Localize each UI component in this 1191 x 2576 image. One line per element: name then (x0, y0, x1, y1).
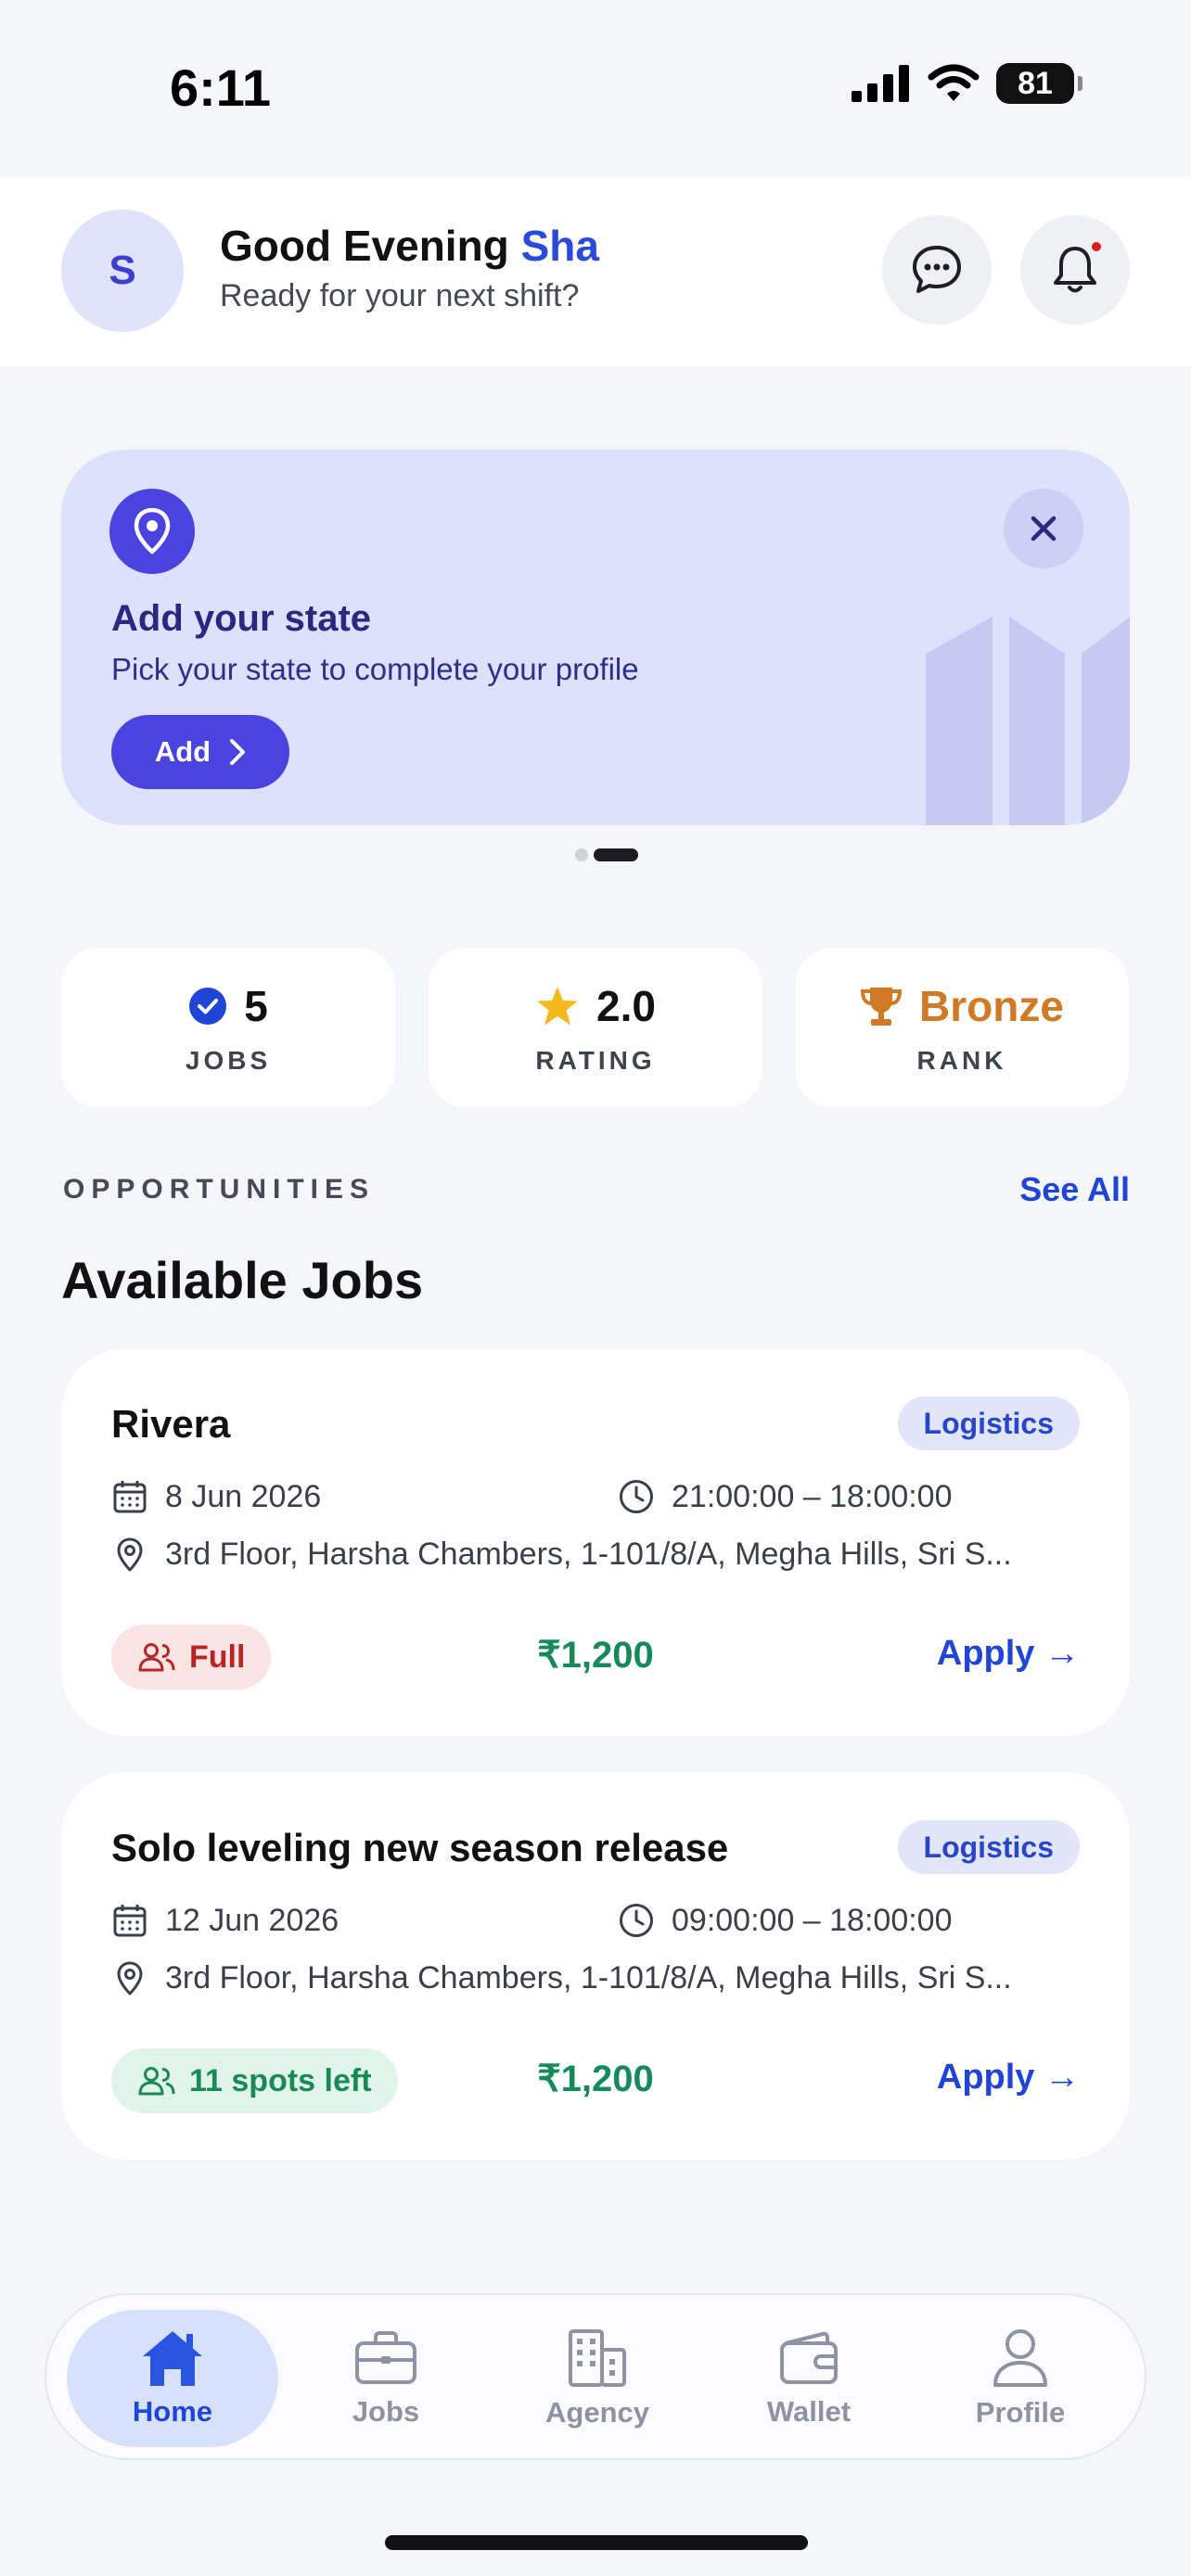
stat-rating-value: 2.0 (596, 982, 656, 1030)
job-time: 21:00:00 – 18:00:00 (618, 1478, 953, 1515)
nav-home[interactable]: Home (67, 2310, 278, 2447)
avatar[interactable]: S (61, 210, 184, 332)
nav-home-label: Home (132, 2395, 213, 2428)
add-button-label: Add (154, 735, 211, 768)
nav-wallet[interactable]: Wallet (703, 2310, 915, 2447)
wifi-icon (928, 64, 980, 101)
status-time: 6:11 (170, 58, 271, 117)
stat-jobs-value: 5 (244, 982, 268, 1030)
greeting-subtitle: Ready for your next shift? (220, 278, 580, 313)
status-icons: 81 (852, 63, 1082, 104)
status-bar: 6:11 81 (0, 0, 1191, 176)
stat-rank-value: Bronze (919, 982, 1064, 1030)
job-address: 3rd Floor, Harsha Chambers, 1-101/8/A, M… (111, 1959, 1012, 1996)
job-address-text: 3rd Floor, Harsha Chambers, 1-101/8/A, M… (165, 1959, 1012, 1996)
map-decoration (926, 617, 1130, 825)
check-circle-icon (189, 988, 227, 1025)
nav-profile[interactable]: Profile (915, 2310, 1126, 2447)
calendar-icon (113, 1481, 147, 1513)
job-category-tag: Logistics (897, 1820, 1080, 1874)
job-time-text: 21:00:00 – 18:00:00 (672, 1478, 953, 1514)
clock-icon (620, 1480, 653, 1513)
job-date-text: 8 Jun 2026 (165, 1478, 322, 1514)
job-date: 8 Jun 2026 (111, 1478, 321, 1515)
location-pin-icon (117, 1537, 143, 1572)
messages-button[interactable] (882, 215, 992, 325)
stat-rating: 2.0 RATING (429, 948, 762, 1107)
job-title: Solo leveling new season release (111, 1826, 729, 1869)
notification-badge (1089, 239, 1104, 254)
trophy-icon (861, 988, 903, 1026)
job-date: 12 Jun 2026 (111, 1902, 339, 1939)
section-title: Available Jobs (61, 1251, 424, 1309)
add-state-banner: Add your state Pick your state to comple… (61, 450, 1130, 825)
job-title: Rivera (111, 1402, 231, 1446)
notifications-button[interactable] (1020, 215, 1130, 325)
star-icon (537, 987, 579, 1026)
user-name: Sha (520, 222, 599, 270)
greeting-text: Good Evening (220, 222, 509, 270)
signal-icon (852, 65, 909, 102)
job-time-text: 09:00:00 – 18:00:00 (672, 1902, 953, 1938)
bottom-nav: Home Jobs Agency Wallet Profile (45, 2293, 1146, 2460)
briefcase-icon (355, 2331, 416, 2384)
building-icon (569, 2329, 626, 2387)
nav-jobs-label: Jobs (352, 2395, 420, 2428)
stat-jobs: 5 JOBS (61, 948, 395, 1107)
carousel-indicator (575, 848, 638, 861)
banner-title: Add your state (111, 598, 372, 639)
stat-rating-label: RATING (535, 1046, 656, 1075)
stat-jobs-label: JOBS (185, 1046, 272, 1075)
job-date-text: 12 Jun 2026 (165, 1902, 339, 1938)
nav-agency-label: Agency (545, 2396, 649, 2429)
location-pin-icon (117, 1961, 143, 1996)
job-card[interactable]: Rivera Logistics 8 Jun 2026 21:00:00 – 1… (61, 1348, 1130, 1736)
close-icon (1031, 516, 1057, 542)
chevron-right-icon (230, 739, 246, 765)
battery-indicator: 81 (996, 63, 1082, 104)
clock-icon (620, 1904, 653, 1937)
home-icon (143, 2331, 202, 2386)
job-time: 09:00:00 – 18:00:00 (618, 1902, 953, 1939)
close-banner-button[interactable] (1004, 489, 1083, 568)
greeting: Good Evening Sha (220, 221, 599, 271)
user-icon (993, 2329, 1047, 2387)
stat-rank: Bronze RANK (795, 948, 1129, 1107)
job-category-tag: Logistics (897, 1396, 1080, 1450)
battery-level: 81 (1018, 65, 1053, 101)
nav-wallet-label: Wallet (766, 2395, 852, 2428)
home-indicator[interactable] (385, 2535, 808, 2550)
apply-button[interactable]: Apply → (937, 1634, 1080, 1674)
chat-bubble-icon (913, 246, 961, 293)
job-card[interactable]: Solo leveling new season release Logisti… (61, 1772, 1130, 2160)
nav-jobs[interactable]: Jobs (280, 2310, 492, 2447)
stat-rank-label: RANK (916, 1046, 1007, 1075)
carousel-dot[interactable] (575, 848, 588, 861)
apply-button[interactable]: Apply → (937, 2058, 1080, 2098)
nav-agency[interactable]: Agency (492, 2310, 703, 2447)
see-all-link[interactable]: See All (1019, 1170, 1130, 1209)
job-address-text: 3rd Floor, Harsha Chambers, 1-101/8/A, M… (165, 1536, 1012, 1572)
location-pin-icon (109, 489, 195, 574)
banner-subtitle: Pick your state to complete your profile (111, 652, 639, 686)
app-header: S Good Evening Sha Ready for your next s… (0, 176, 1191, 366)
section-kicker: OPPORTUNITIES (63, 1174, 376, 1205)
calendar-icon (113, 1905, 147, 1937)
job-address: 3rd Floor, Harsha Chambers, 1-101/8/A, M… (111, 1536, 1012, 1573)
wallet-icon (780, 2331, 838, 2384)
nav-profile-label: Profile (975, 2396, 1066, 2429)
carousel-dot-active[interactable] (594, 848, 638, 861)
add-state-button[interactable]: Add (111, 715, 289, 789)
